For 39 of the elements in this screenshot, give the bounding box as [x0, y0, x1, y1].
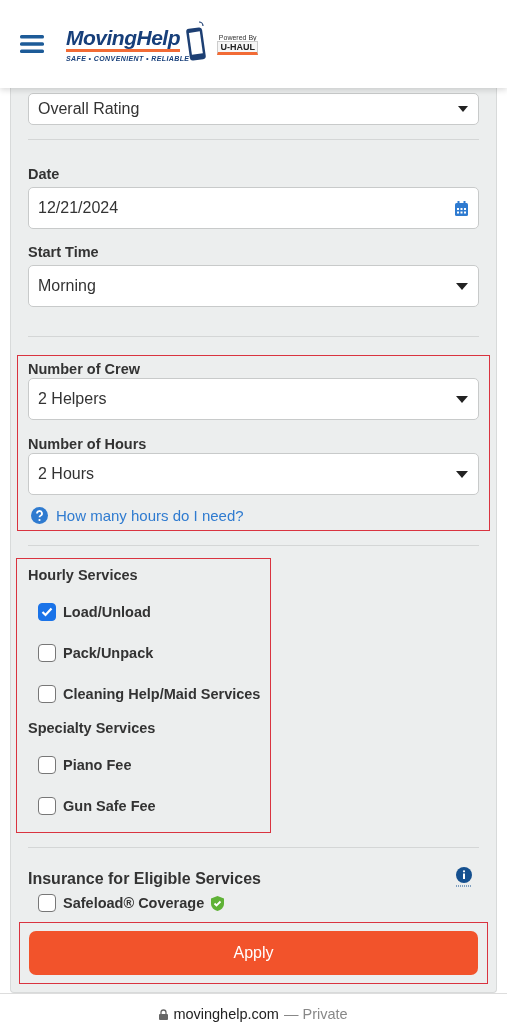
- partner-logo: U-HAUL: [217, 40, 258, 55]
- shield-check-icon: [211, 895, 225, 911]
- section-heading: Hourly Services: [28, 567, 138, 583]
- checkbox[interactable]: [38, 755, 56, 774]
- checkbox-label[interactable]: Safeload® Coverage: [63, 895, 205, 911]
- checkbox-label[interactable]: Gun Safe Fee: [63, 797, 156, 814]
- calendar-icon[interactable]: [455, 200, 468, 216]
- menu-icon[interactable]: [20, 34, 44, 54]
- section-heading: Specialty Services: [28, 720, 156, 736]
- checkbox[interactable]: [38, 602, 56, 621]
- checkbox[interactable]: [38, 643, 56, 662]
- checkbox[interactable]: [38, 684, 56, 703]
- checkbox-label[interactable]: Piano Fee: [63, 756, 132, 773]
- lock-icon: [159, 1008, 169, 1020]
- select-field[interactable]: Morning: [28, 265, 479, 307]
- select-field[interactable]: 2 Helpers: [28, 378, 479, 420]
- browsing-mode-label: — Private: [283, 1006, 348, 1022]
- info-icon[interactable]: [455, 867, 473, 887]
- field-label: Number of Hours: [28, 436, 147, 452]
- select-field[interactable]: 2 Hours: [28, 453, 479, 495]
- caret-icon: [456, 470, 468, 478]
- checkbox[interactable]: [38, 796, 56, 815]
- checkbox-label[interactable]: Pack/Unpack: [63, 644, 154, 661]
- field-label: Date: [28, 166, 60, 182]
- section-heading: Insurance for Eligible Services: [28, 870, 261, 888]
- select-field[interactable]: Overall Rating: [28, 93, 479, 125]
- checkbox[interactable]: [38, 894, 56, 912]
- caret-icon: [456, 395, 468, 403]
- caret-icon: [456, 282, 468, 290]
- help-link[interactable]: How many hours do I need?: [56, 507, 244, 524]
- logo-wordmark[interactable]: MovingHelp: [66, 26, 180, 52]
- help-icon[interactable]: [31, 507, 48, 524]
- date-field[interactable]: 12/21/2024: [28, 187, 479, 229]
- caret-icon: [458, 106, 468, 112]
- url-text[interactable]: movinghelp.com: [173, 1006, 279, 1022]
- checkbox-label[interactable]: Load/Unload: [63, 603, 151, 620]
- field-label: Start Time: [28, 244, 99, 260]
- checkbox-label[interactable]: Cleaning Help/Maid Services: [63, 685, 261, 702]
- field-label: Number of Crew: [28, 361, 140, 377]
